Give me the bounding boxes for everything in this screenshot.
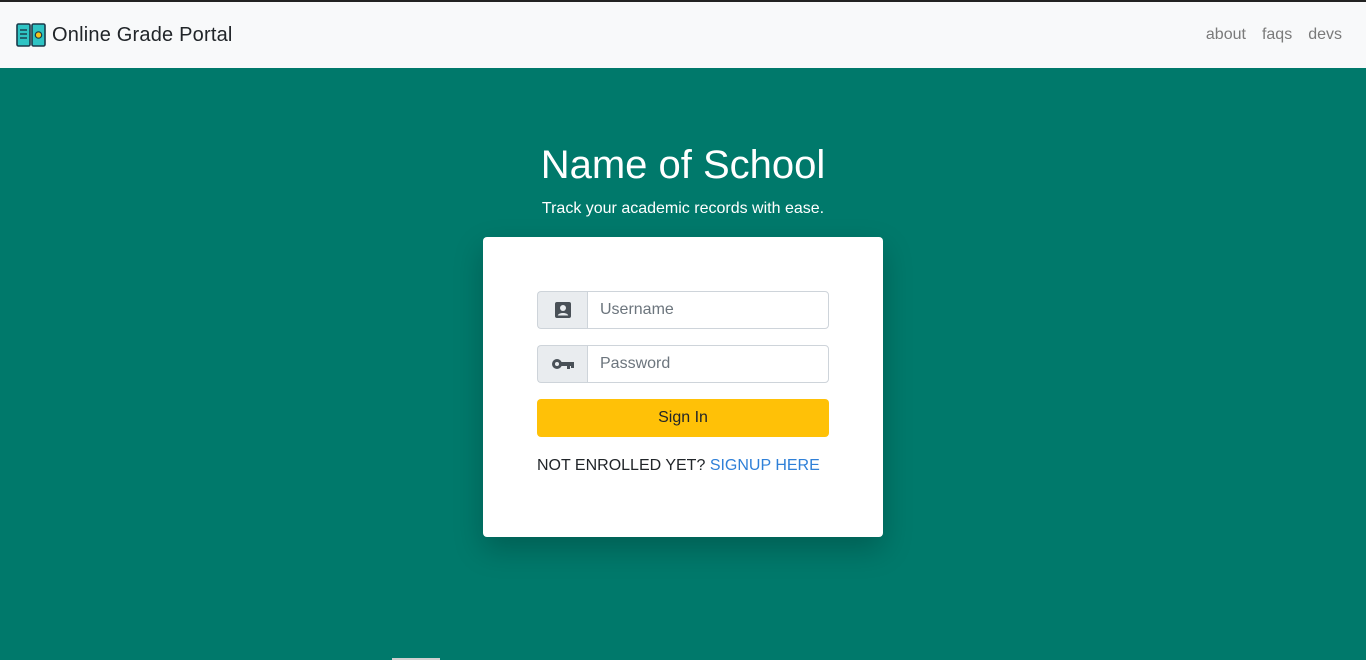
username-input[interactable] [587, 291, 829, 329]
book-icon [16, 23, 46, 47]
key-icon [551, 359, 574, 369]
nav-link-faqs[interactable]: faqs [1262, 26, 1292, 44]
sign-in-button[interactable]: Sign In [537, 399, 829, 437]
password-input[interactable] [587, 345, 829, 383]
password-input-group [537, 345, 829, 383]
login-card: Sign In NOT ENROLLED YET? SIGNUP HERE [483, 237, 883, 537]
username-addon [537, 291, 587, 329]
signup-link[interactable]: SIGNUP HERE [710, 457, 820, 474]
school-name-heading: Name of School [540, 143, 826, 187]
nav-link-devs[interactable]: devs [1308, 26, 1342, 44]
brand[interactable]: Online Grade Portal [16, 2, 233, 68]
signup-prompt: NOT ENROLLED YET? [537, 457, 706, 474]
signup-line: NOT ENROLLED YET? SIGNUP HERE [537, 457, 837, 475]
nav-links: about faqs devs [1190, 2, 1342, 68]
navbar: Online Grade Portal about faqs devs [0, 2, 1366, 68]
username-input-group [537, 291, 829, 329]
hero-subtitle: Track your academic records with ease. [541, 200, 825, 217]
password-addon [537, 345, 587, 383]
brand-title: Online Grade Portal [52, 23, 233, 46]
nav-link-about[interactable]: about [1206, 26, 1246, 44]
id-card-icon [554, 302, 571, 318]
